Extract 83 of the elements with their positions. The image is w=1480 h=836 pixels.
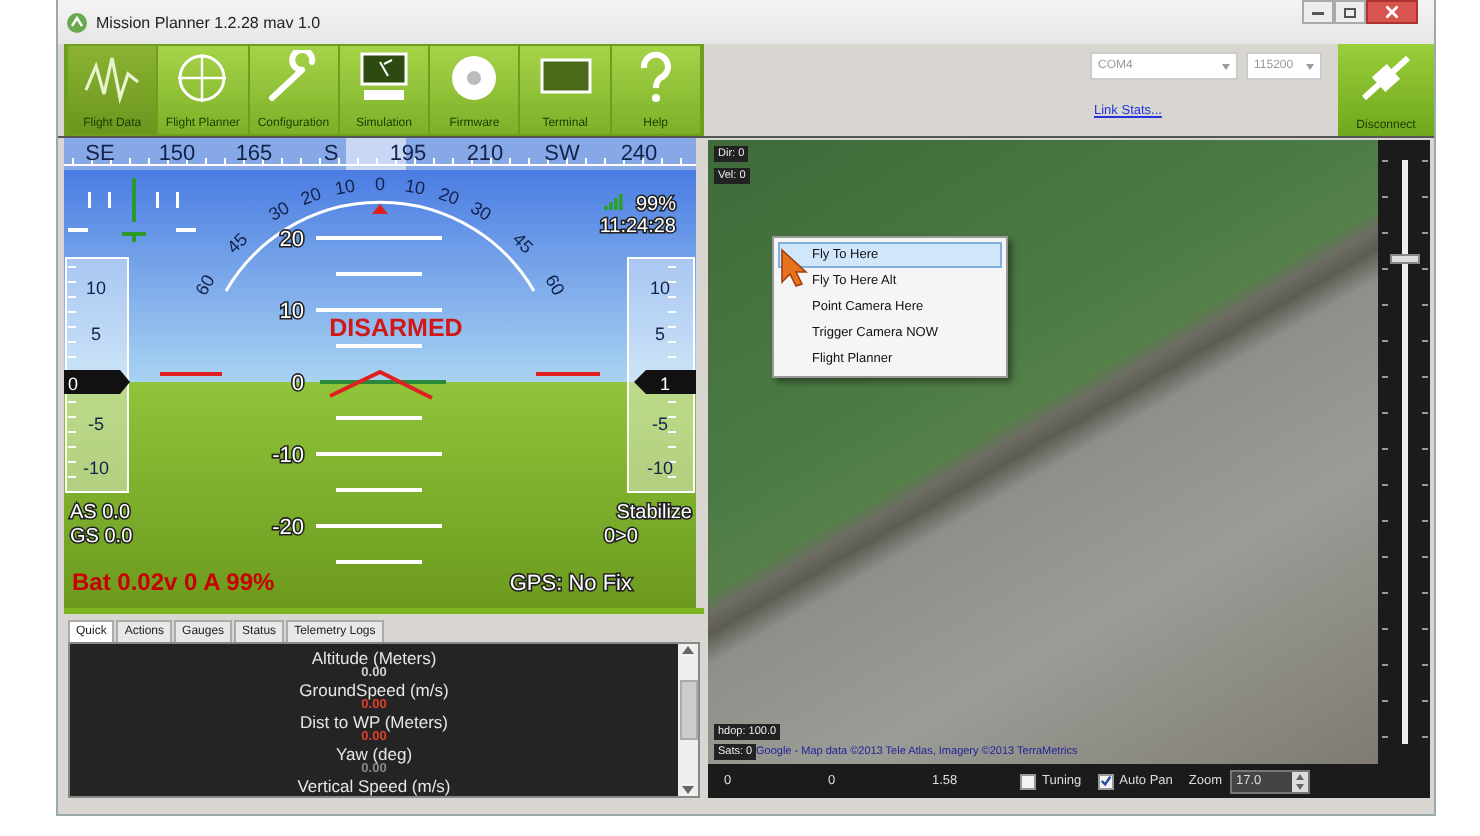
wing-marker [536,372,600,376]
maximize-icon [1344,7,1356,17]
airspeed-reading: AS 0.0 [70,502,131,524]
roll-label: 20 [298,183,324,209]
app-icon [66,11,88,33]
horizon-line [320,380,446,384]
signal-strength: 99% [635,194,676,216]
checkbox[interactable] [1097,773,1114,789]
pitch-ladder-line [336,272,422,276]
speed-tape-label: 5 [91,324,101,344]
heading-label: 150 [158,142,196,166]
cursor-icon [780,248,808,288]
minimize-icon [1312,8,1324,16]
turn-indicator-drawing [68,178,196,242]
flight-mode: Stabilize [616,502,692,524]
scrollbar[interactable] [678,644,698,796]
clock-time: 11:24:28 [599,216,676,238]
speed-tape-pointer [64,370,130,394]
pitch-ladder-line [336,488,422,492]
speed-tape-value: 0 [68,374,79,394]
maximize-button[interactable] [1334,0,1366,24]
scroll-up-icon [682,644,694,654]
signal-icon [604,194,623,210]
pitch-ladder-line [316,452,442,456]
roll-label: 45 [508,229,537,258]
roll-label: 60 [191,271,219,299]
altitude-tape-value: 1 [660,374,671,394]
pitch-ladder-line [336,344,422,348]
minimize-button[interactable] [1302,0,1334,24]
telemetry-label: Yaw (deg) [335,744,413,764]
speed-tape-label: -5 [88,414,104,434]
battery-status: Bat 0.02v 0 A 99% [72,568,275,596]
window-title: Mission Planner 1.2.28 mav 1.0 [96,13,323,31]
scroll-down-icon [682,786,694,796]
pitch-label: 10 [279,300,304,324]
roll-label: 10 [333,175,357,199]
wing-marker [160,372,222,376]
heading-label: SW [544,142,580,166]
pitch-label: -10 [272,444,304,468]
pitch-label: 20 [279,228,304,252]
roll-label: 10 [403,175,427,199]
heading-label: 240 [620,142,658,166]
close-icon [1386,6,1398,18]
plug-icon [1358,52,1414,104]
roll-label: 0 [375,174,385,194]
slider-thumb[interactable] [1389,254,1419,264]
dropdown-arrow-icon [1222,63,1230,69]
roll-label: 60 [541,271,569,299]
arm-status: DISARMED [329,314,463,342]
roll-label: 30 [467,197,495,225]
altitude-tape-label: -5 [652,414,668,434]
pitch-ladder-line [316,308,442,312]
pitch-ladder-line [316,524,442,528]
telemetry-label: GroundSpeed (m/s) [299,680,449,700]
altitude-tape-label: 5 [655,324,665,344]
roll-label: 30 [265,197,293,225]
pitch-ladder-line [316,236,442,240]
heading-label: 210 [466,142,504,166]
pitch-ladder-line [336,416,422,420]
roll-pointer-icon [372,204,388,214]
spinner-icon [1292,771,1309,791]
checkbox[interactable] [1020,773,1036,789]
heading-label: 165 [235,142,273,166]
telemetry-label: Vertical Speed (m/s) [297,776,451,796]
dropdown-arrow-icon [1306,63,1314,69]
altitude-tape-label: 10 [650,278,670,298]
roll-label: 20 [436,183,462,209]
pitch-ladder-line [336,560,422,564]
groundspeed-reading: GS 0.0 [70,526,133,548]
heading-label: 195 [389,142,427,166]
heading-label: S [323,142,339,166]
close-button[interactable] [1366,0,1418,24]
gps-status: GPS: No Fix [509,572,632,596]
aircraft-symbol [329,369,433,400]
waypoint-reading: 0>0 [604,526,638,548]
pitch-label: -20 [272,516,304,540]
altitude-tape-label: -10 [647,458,673,478]
telemetry-label: Dist to WP (Meters) [300,712,448,732]
roll-label: 45 [223,229,252,258]
heading-label: SE [85,142,115,166]
speed-tape-label: -10 [83,458,109,478]
speed-tape-label: 10 [86,278,106,298]
telemetry-label: Altitude (Meters) [311,648,437,668]
